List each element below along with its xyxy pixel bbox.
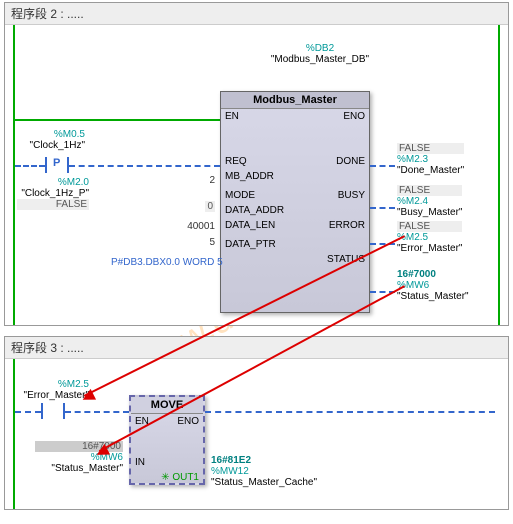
- status-val: 16#7000: [397, 269, 469, 280]
- network-2-title: 程序段 2 : .....: [5, 3, 508, 25]
- wire-req-2: [69, 165, 220, 167]
- status-addr: %MW6: [397, 280, 469, 291]
- param-req-mem: %M2.0 "Clock_1Hz_P" FALSE: [17, 177, 89, 210]
- done-addr: %M2.3: [397, 154, 464, 165]
- fb-title: Modbus_Master: [221, 92, 369, 109]
- instance-db-addr: %DB2: [260, 43, 380, 54]
- wire-en: [15, 119, 220, 121]
- port-datalen: DATA_LEN: [225, 220, 275, 231]
- en3-sym: "Error_Master": [17, 390, 89, 401]
- out3-val: 16#81E2: [211, 455, 317, 466]
- port-en: EN: [225, 111, 239, 122]
- wire-done: [370, 165, 395, 167]
- out3-addr: %MW12: [211, 466, 317, 477]
- param-out3: 16#81E2 %MW12 "Status_Master_Cache": [211, 455, 317, 488]
- port-dataptr: DATA_PTR: [225, 239, 276, 250]
- param-dataaddr: 40001: [155, 221, 215, 232]
- req-mem-addr: %M2.0: [17, 177, 89, 188]
- network-3-body[interactable]: %M2.5 "Error_Master" MOVE EN ENO IN ✳ OU…: [5, 359, 508, 509]
- port-mode: MODE: [225, 190, 255, 201]
- port-eno: ENO: [343, 111, 365, 122]
- port-done: DONE: [336, 156, 365, 167]
- req-mem-val: FALSE: [17, 199, 89, 210]
- param-en3: %M2.5 "Error_Master": [17, 379, 89, 401]
- instance-db-label: %DB2 "Modbus_Master_DB": [260, 43, 380, 65]
- param-error: FALSE %M2.5 "Error_Master": [397, 221, 462, 254]
- done-val: FALSE: [397, 143, 464, 154]
- wire-eno3: [205, 411, 495, 413]
- param-mode: 0: [155, 201, 215, 212]
- port-mbaddr: MB_ADDR: [225, 171, 274, 182]
- fb-move[interactable]: MOVE EN ENO IN ✳ OUT1: [129, 395, 205, 485]
- power-rail-left-3: [13, 359, 15, 509]
- error-addr: %M2.5: [397, 232, 462, 243]
- wire-req-1: [15, 165, 45, 167]
- req-sym: "Clock_1Hz": [25, 140, 85, 151]
- port-move-in: IN: [135, 457, 145, 468]
- instance-db-sym: "Modbus_Master_DB": [260, 54, 380, 65]
- power-rail-left: [13, 25, 15, 325]
- in3-sym: "Status_Master": [35, 463, 123, 474]
- port-move-out: ✳ OUT1: [161, 472, 199, 483]
- network-3: 程序段 3 : ..... %M2.5 "Error_Master" MOVE …: [4, 336, 509, 510]
- fb-modbus-master[interactable]: Modbus_Master EN ENO REQ DONE MB_ADDR MO…: [220, 91, 370, 313]
- busy-val: FALSE: [397, 185, 462, 196]
- busy-addr: %M2.4: [397, 196, 462, 207]
- error-sym: "Error_Master": [397, 243, 462, 254]
- param-req: %M0.5 "Clock_1Hz": [25, 129, 85, 151]
- port-busy: BUSY: [338, 190, 365, 201]
- param-status: 16#7000 %MW6 "Status_Master": [397, 269, 469, 302]
- port-dataaddr: DATA_ADDR: [225, 205, 284, 216]
- error-val: FALSE: [397, 221, 462, 232]
- power-rail-right: [498, 25, 500, 325]
- req-mem-sym: "Clock_1Hz_P": [17, 188, 89, 199]
- status-sym: "Status_Master": [397, 291, 469, 302]
- wire-en3-2: [65, 411, 129, 413]
- wire-busy: [370, 207, 395, 209]
- contact-error-master[interactable]: [41, 403, 65, 419]
- out3-sym: "Status_Master_Cache": [211, 477, 317, 488]
- wire-en3-1: [15, 411, 41, 413]
- port-move-eno: ENO: [177, 416, 199, 427]
- param-datalen: 5: [155, 237, 215, 248]
- req-addr: %M0.5: [25, 129, 85, 140]
- param-dataptr: P#DB3.DBX0.0 WORD 5: [111, 257, 215, 268]
- param-busy: FALSE %M2.4 "Busy_Master": [397, 185, 462, 218]
- network-2: 程序段 2 : ..... %DB2 "Modbus_Master_DB" Mo…: [4, 2, 509, 326]
- port-req: REQ: [225, 156, 247, 167]
- contact-clock-1hz[interactable]: [45, 157, 69, 173]
- done-sym: "Done_Master": [397, 165, 464, 176]
- param-done: FALSE %M2.3 "Done_Master": [397, 143, 464, 176]
- busy-sym: "Busy_Master": [397, 207, 462, 218]
- port-error: ERROR: [329, 220, 365, 231]
- param-mbaddr: 2: [155, 175, 215, 186]
- en3-addr: %M2.5: [17, 379, 89, 390]
- network-2-body[interactable]: %DB2 "Modbus_Master_DB" Modbus_Master EN…: [5, 25, 508, 325]
- network-3-title: 程序段 3 : .....: [5, 337, 508, 359]
